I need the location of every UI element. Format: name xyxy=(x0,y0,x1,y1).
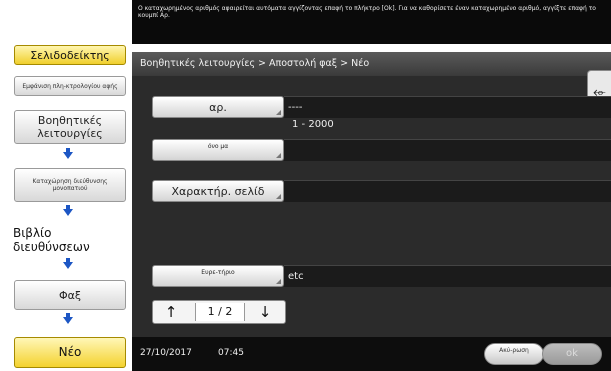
number-label: αρ. xyxy=(209,101,227,114)
bottom-bar: 27/10/2017 07:45 Ακύ-ρωση ok xyxy=(132,337,611,371)
sidebar: Σελιδοδείκτης Εμφάνιση πλη-κτρολογίου αφ… xyxy=(0,0,132,371)
date-text: 27/10/2017 xyxy=(140,348,192,358)
fax-label: Φαξ xyxy=(58,288,82,302)
address-book-label[interactable]: Βιβλίο διευθύνσεων xyxy=(13,226,113,254)
index-button[interactable]: Ευρε-τήριο xyxy=(152,265,284,287)
number-button[interactable]: αρ. xyxy=(152,96,284,118)
number-range: 1 - 2000 xyxy=(292,119,334,130)
breadcrumb: Βοηθητικές λειτουργίες > Αποστολή φαξ > … xyxy=(132,52,611,76)
utility-functions-button[interactable]: Βοηθητικές λειτουργίες xyxy=(14,110,126,144)
utility-functions-label: Βοηθητικές λειτουργίες xyxy=(37,114,103,140)
fax-button[interactable]: Φαξ xyxy=(14,280,126,310)
corner-icon xyxy=(276,110,281,115)
arrow-down-icon xyxy=(63,209,73,216)
index-char-button[interactable]: Χαρακτήρ. σελίδ xyxy=(152,180,284,202)
index-label: Ευρε-τήριο xyxy=(201,269,235,276)
arrow-down-icon xyxy=(63,262,73,269)
name-label: όνο μα xyxy=(207,143,229,150)
time-text: 07:45 xyxy=(218,348,244,358)
corner-icon xyxy=(276,279,281,284)
address-registration-label: Καταχώρηση διεύθυνσης μονοπατιού xyxy=(32,178,108,192)
index-char-field[interactable] xyxy=(284,180,611,202)
ok-button[interactable]: ok xyxy=(542,343,602,365)
corner-icon xyxy=(276,194,281,199)
index-field[interactable]: etc xyxy=(284,265,611,287)
name-field[interactable] xyxy=(284,139,611,161)
page-up-button[interactable]: ↑ xyxy=(155,302,187,322)
page-indicator: 1 / 2 xyxy=(195,303,245,321)
touch-keyboard-label: Εμφάνιση πλη-κτρολογίου αφής xyxy=(22,82,118,90)
cancel-button[interactable]: Ακύ-ρωση xyxy=(484,343,544,365)
number-field[interactable]: ---- xyxy=(284,96,611,118)
touch-keyboard-button[interactable]: Εμφάνιση πλη-κτρολογίου αφής xyxy=(14,76,126,96)
arrow-down-icon xyxy=(63,152,73,159)
corner-icon xyxy=(276,153,281,158)
index-char-label: Χαρακτήρ. σελίδ xyxy=(171,185,265,198)
main-panel: Βοηθητικές λειτουργίες > Αποστολή φαξ > … xyxy=(132,52,611,337)
new-button[interactable]: Νέο xyxy=(14,337,126,368)
bookmark-tab[interactable]: Σελιδοδείκτης xyxy=(14,45,126,65)
page-down-button[interactable]: ↓ xyxy=(249,302,281,322)
address-registration-button[interactable]: Καταχώρηση διεύθυνσης μονοπατιού xyxy=(14,168,126,202)
message-text: Ο καταχωρημένος αριθμός αφαιρείται αυτόμ… xyxy=(138,5,596,19)
cancel-label: Ακύ-ρωση xyxy=(499,347,529,354)
name-button[interactable]: όνο μα xyxy=(152,139,284,161)
message-bar: Ο καταχωρημένος αριθμός αφαιρείται αυτόμ… xyxy=(132,0,611,44)
pager: ↑ 1 / 2 ↓ xyxy=(152,300,286,324)
arrow-down-icon xyxy=(63,317,73,324)
